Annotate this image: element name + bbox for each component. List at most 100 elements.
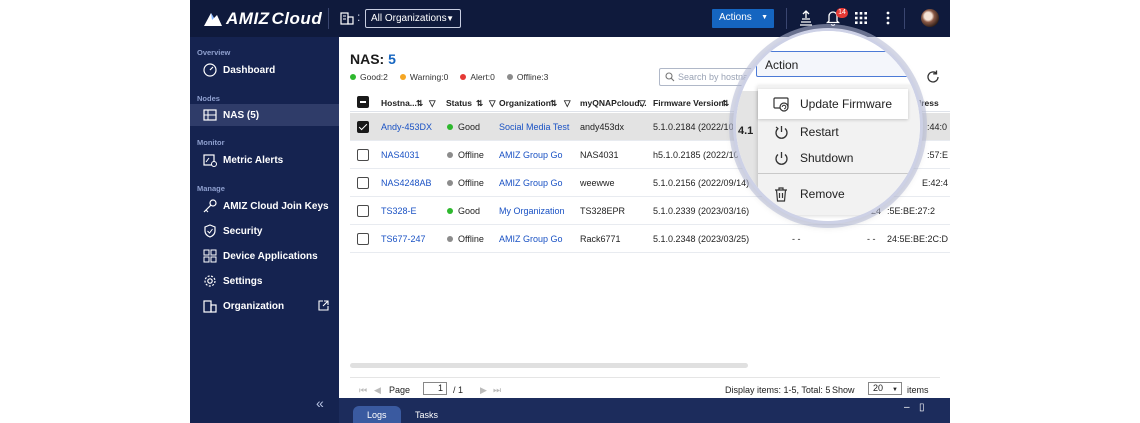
legend-good: Good:2 (350, 72, 388, 82)
offline-dot-icon (506, 74, 513, 80)
sort-icon[interactable]: ⇅ (476, 98, 483, 109)
sort-icon[interactable]: ⇅ (416, 98, 423, 109)
page-number-input[interactable]: 1 (423, 382, 447, 395)
tab-tasks[interactable]: Tasks (401, 406, 452, 423)
pagination-bar: ⏮ ◀ Page 1 / 1 ▶ ⏭ Display items: 1-5, T… (350, 377, 940, 399)
horizontal-scrollbar[interactable] (350, 363, 748, 368)
more-vertical-icon[interactable] (886, 11, 890, 25)
menu-item-label: Update Firmware (800, 97, 893, 111)
table-row[interactable]: TS677-247 Offline AMIZ Group Go Rack6771… (350, 225, 950, 253)
next-page-icon[interactable]: ▶ (480, 385, 487, 396)
row-organization-link[interactable]: My Organization (499, 206, 565, 216)
good-dot-icon (447, 124, 453, 130)
zoom-selected-row-fragment (736, 91, 758, 221)
apps-grid-icon[interactable] (855, 12, 867, 24)
sidebar-item-security[interactable]: Security (190, 220, 339, 242)
row-organization-link[interactable]: AMIZ Group Go (499, 178, 563, 188)
row-hostname-link[interactable]: NAS4248AB (381, 178, 432, 188)
zoom-callout: Action 4.1 Update Firmware Restart Shutd… (733, 28, 923, 224)
sidebar-item-settings[interactable]: Settings (190, 270, 339, 292)
filter-icon[interactable]: ▽ (489, 98, 496, 109)
menu-item-remove[interactable]: Remove (758, 179, 908, 209)
row-checkbox[interactable] (357, 121, 369, 133)
prev-page-icon[interactable]: ◀ (374, 385, 381, 396)
status-legend: Good:2 Warning:0 Alert:0 Offline:3 (350, 72, 548, 82)
filter-icon[interactable]: ▽ (564, 98, 571, 109)
sidebar-item-join-keys[interactable]: AMIZ Cloud Join Keys (190, 195, 339, 217)
row-hostname-link[interactable]: Andy-453DX (381, 122, 432, 132)
select-all-checkbox[interactable] (357, 96, 369, 108)
column-organization[interactable]: Organization (499, 98, 551, 108)
shield-icon (203, 224, 217, 238)
filter-icon[interactable]: ▽ (429, 98, 436, 109)
firmware-update-icon[interactable] (799, 10, 813, 26)
items-label: items (907, 385, 929, 395)
external-link-icon[interactable] (318, 300, 329, 311)
row-checkbox[interactable] (357, 233, 369, 245)
sidebar-item-label: Security (223, 225, 263, 237)
row-mac: E:42:4 (922, 178, 949, 188)
column-myqnapcloud[interactable]: myQNAPcloud... (580, 98, 647, 108)
brand-suffix: Cloud (271, 9, 323, 28)
filter-icon[interactable]: ▽ (639, 98, 646, 109)
items-per-page-select[interactable]: 20 ▼ (868, 382, 902, 395)
organization-icon (340, 12, 354, 25)
sidebar-item-label: NAS (5) (223, 109, 260, 121)
sidebar-item-dashboard[interactable]: Dashboard (190, 59, 339, 81)
restore-icon[interactable]: ▯ (919, 402, 925, 413)
sort-icon[interactable]: ⇅ (550, 98, 557, 109)
zoom-callout-content: Action 4.1 Update Firmware Restart Shutd… (736, 31, 920, 221)
menu-item-update-firmware[interactable]: Update Firmware (758, 89, 908, 119)
minimize-icon[interactable]: – (904, 402, 910, 413)
sidebar-item-organization[interactable]: Organization (190, 295, 339, 317)
row-myqnapcloud: TS328EPR (580, 206, 626, 216)
row-myqnapcloud: NAS4031 (580, 150, 619, 160)
action-dropdown-label: Action (765, 58, 799, 72)
row-organization-link[interactable]: AMIZ Group Go (499, 234, 563, 244)
user-avatar[interactable] (921, 9, 939, 27)
organization-icon (203, 299, 217, 313)
sidebar-item-device-applications[interactable]: Device Applications (190, 245, 339, 267)
menu-item-shutdown[interactable]: Shutdown (758, 143, 908, 173)
column-hostname[interactable]: Hostna... (381, 98, 417, 108)
row-hostname-link[interactable]: TS677-247 (381, 234, 426, 244)
column-firmware[interactable]: Firmware Version (653, 98, 724, 108)
page-title: NAS: 5 (350, 51, 396, 67)
tab-logs[interactable]: Logs (353, 406, 401, 423)
row-status: Offline (458, 150, 484, 160)
row-hostname-link[interactable]: NAS4031 (381, 150, 420, 160)
row-checkbox[interactable] (357, 177, 369, 189)
action-dropdown[interactable]: Action (756, 51, 916, 77)
warning-dot-icon (399, 74, 406, 80)
row-status: Offline (458, 234, 484, 244)
power-icon (772, 149, 790, 167)
first-page-icon[interactable]: ⏮ (359, 385, 367, 396)
column-status[interactable]: Status (446, 98, 472, 108)
row-checkbox[interactable] (357, 205, 369, 217)
sort-icon[interactable]: ⇅ (722, 98, 729, 109)
caret-down-icon: ▼ (446, 14, 454, 23)
row-hostname-link[interactable]: TS328-E (381, 206, 417, 216)
row-organization-link[interactable]: Social Media Test (499, 122, 569, 132)
page-title-label: NAS: (350, 51, 385, 67)
organization-select[interactable]: All Organizations ▼ (365, 9, 461, 28)
bottom-panel-bar: Logs Tasks – ▯ (339, 398, 950, 423)
row-organization-link[interactable]: AMIZ Group Go (499, 150, 563, 160)
row-status: Offline (458, 178, 484, 188)
last-page-icon[interactable]: ⏭ (493, 385, 501, 396)
key-icon (203, 199, 217, 213)
row-checkbox[interactable] (357, 149, 369, 161)
actions-button[interactable]: Actions ▼ (712, 9, 774, 28)
offline-dot-icon (447, 152, 453, 158)
display-items-text: Display items: 1-5, Total: 5 (725, 385, 831, 395)
sidebar-item-metric-alerts[interactable]: Metric Alerts (190, 149, 339, 171)
actions-button-label: Actions (719, 12, 752, 23)
row-status: Good (458, 122, 481, 132)
row-myqnapcloud: Rack6771 (580, 234, 621, 244)
sidebar-item-nas[interactable]: NAS (5) (190, 104, 339, 126)
refresh-icon[interactable] (926, 70, 940, 84)
sidebar-item-label: Dashboard (223, 64, 276, 76)
page-label: Page (389, 385, 411, 395)
collapse-sidebar-icon[interactable]: « (316, 395, 324, 411)
brand-logo[interactable]: AMIZ Cloud (202, 8, 322, 30)
